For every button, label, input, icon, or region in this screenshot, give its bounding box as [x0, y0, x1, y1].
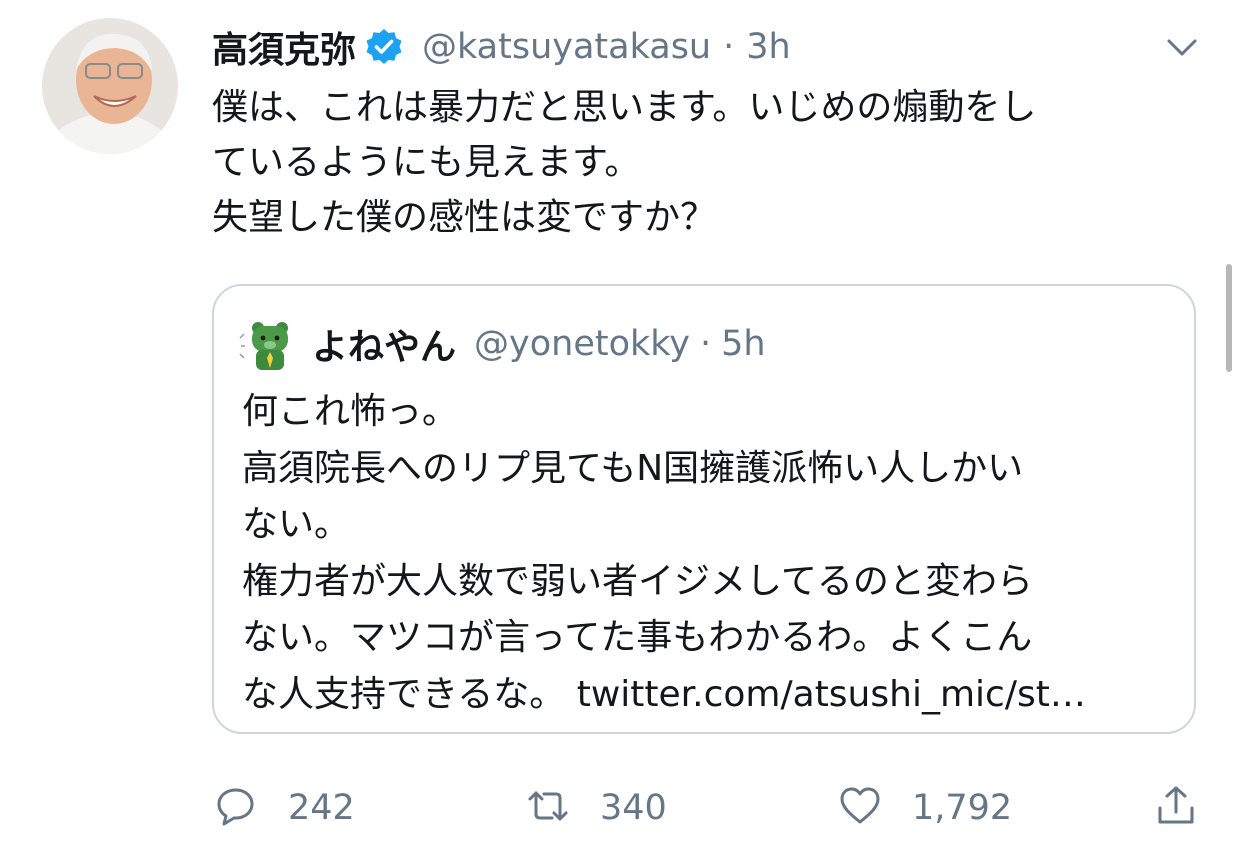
- reply-count: 242: [288, 788, 355, 828]
- author-name[interactable]: 高須克弥: [212, 21, 356, 73]
- tweet-text-line: 失望した僕の感性は変ですか？: [212, 197, 717, 238]
- tweet-timestamp[interactable]: 3h: [746, 27, 790, 67]
- quoted-tweet-text: 何これ怖っ。 高須院長へのリプ見てもN国擁護派怖い人しかい ない。 権力者が大人…: [242, 384, 1182, 723]
- tweet-text-line: ているようにも見えます。: [212, 142, 641, 183]
- tweet-text-line: 僕は、これは暴力だと思います。いじめの煽動をし: [212, 87, 1037, 128]
- quoted-tweet-timestamp[interactable]: 5h: [721, 324, 765, 364]
- tweet-header: 高須克弥 @katsuyatakasu · 3h: [212, 22, 791, 72]
- tweet-action-bar: 242 340 1,792: [0, 780, 1242, 836]
- quoted-tweet-card[interactable]: よねやん @yonetokky · 5h 何これ怖っ。 高須院長へのリプ見てもN…: [212, 284, 1196, 734]
- quoted-tweet-header: よねやん @yonetokky · 5h: [238, 316, 766, 372]
- author-avatar[interactable]: [42, 18, 178, 154]
- like-button[interactable]: 1,792: [838, 780, 1012, 836]
- quoted-header-separator: ·: [700, 324, 712, 364]
- tweet-text: 僕は、これは暴力だと思います。いじめの煽動をし ているようにも見えます。 失望し…: [212, 80, 1202, 245]
- quoted-tweet-link[interactable]: twitter.com/atsushi_mic/st…: [577, 674, 1086, 715]
- quoted-text-line: 権力者が大人数で弱い者イジメしてるのと変わら: [242, 560, 1033, 602]
- retweet-icon: [526, 784, 570, 832]
- retweet-button[interactable]: 340: [526, 780, 667, 836]
- quoted-author-handle[interactable]: @yonetokky: [474, 324, 690, 364]
- quoted-author-name[interactable]: よねやん: [312, 318, 456, 370]
- quoted-text-line-last: な人支持できるな。 twitter.com/atsushi_mic/st…: [242, 667, 1182, 724]
- retweet-count: 340: [600, 788, 667, 828]
- chevron-down-icon[interactable]: [1164, 32, 1200, 62]
- quoted-text-line: 何これ怖っ。: [242, 391, 459, 432]
- heart-icon: [838, 784, 882, 832]
- header-separator: ·: [723, 27, 735, 67]
- quoted-text-line: 高須院長へのリプ見てもN国擁護派怖い人しかい: [242, 447, 1024, 489]
- quoted-text-line: な人支持できるな。: [242, 673, 566, 715]
- like-count: 1,792: [912, 788, 1013, 828]
- verified-badge-icon: [364, 27, 404, 67]
- quoted-author-avatar: [238, 316, 294, 372]
- share-icon: [1154, 784, 1198, 832]
- reply-icon: [214, 784, 258, 832]
- quoted-text-line: ない。: [242, 504, 351, 545]
- quoted-text-line: ない。マツコが言ってた事もわかるわ。よくこん: [242, 617, 1033, 658]
- share-button[interactable]: [1154, 780, 1198, 836]
- reply-button[interactable]: 242: [214, 780, 355, 836]
- author-handle[interactable]: @katsuyatakasu: [422, 27, 711, 67]
- scrollbar-thumb[interactable]: [1226, 264, 1232, 372]
